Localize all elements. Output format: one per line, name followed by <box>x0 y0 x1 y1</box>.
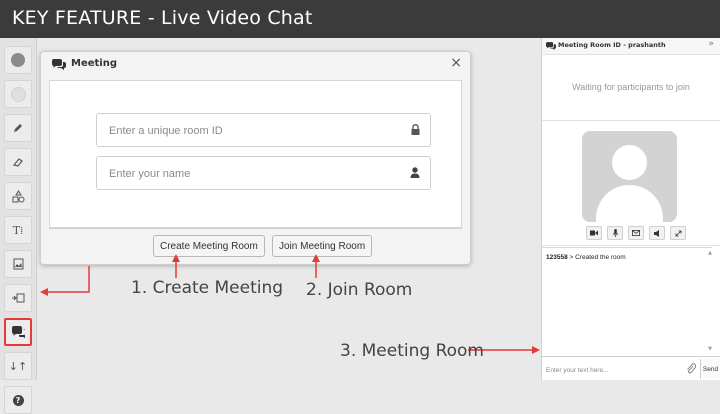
avatar-body <box>596 185 663 222</box>
sort-icon: ↓↑ <box>8 359 28 373</box>
dark-color-tool[interactable] <box>4 46 32 74</box>
avatar-head <box>612 145 647 180</box>
join-meeting-room-button[interactable]: Join Meeting Room <box>272 235 373 257</box>
log-message: > Created the room <box>567 254 626 261</box>
text-tool-icon: T⁞ <box>12 223 24 237</box>
text-tool[interactable]: T⁞ <box>4 216 32 244</box>
chat-input[interactable] <box>544 361 686 379</box>
embed-tool[interactable] <box>4 284 32 312</box>
chat-icon <box>12 326 25 338</box>
light-color-tool[interactable] <box>4 80 32 108</box>
panel-header: Meeting Room ID - prashanth » <box>542 38 720 55</box>
user-icon <box>410 167 420 178</box>
shapes-tool[interactable] <box>4 182 32 210</box>
chat-bubbles-icon <box>52 59 66 70</box>
sort-tool[interactable]: ↓↑ <box>4 352 32 380</box>
join-room-annotation: 2. Join Room <box>306 280 413 300</box>
chat-arrow <box>40 266 90 296</box>
image-icon <box>13 258 23 270</box>
fullscreen-button[interactable] <box>670 226 686 240</box>
divider <box>542 120 720 121</box>
dialog-footer: Create Meeting Room Join Meeting Room <box>49 228 462 259</box>
help-tool[interactable]: ? <box>4 386 32 414</box>
send-button[interactable]: Send <box>700 359 720 379</box>
room-id-field <box>96 113 431 148</box>
speaker-icon <box>654 229 659 237</box>
volume-button[interactable] <box>649 226 665 240</box>
chat-bubbles-icon <box>546 42 556 50</box>
eraser-tool[interactable] <box>4 148 32 176</box>
scroll-up-icon[interactable]: ▲ <box>708 250 712 256</box>
left-toolbar: T⁞ ↓↑ ? <box>0 38 37 414</box>
pencil-tool[interactable] <box>4 114 32 142</box>
create-meeting-annotation: 1. Create Meeting <box>131 278 284 298</box>
log-entry: 123558 > Created the room <box>546 254 626 261</box>
participant-avatar <box>582 131 677 222</box>
video-camera-icon <box>590 230 598 236</box>
dialog-body <box>49 80 462 228</box>
chat-tool[interactable] <box>4 318 32 346</box>
chat-log: 123558 > Created the room ▲ ▼ <box>542 247 712 352</box>
collapse-icon[interactable]: » <box>708 39 714 49</box>
meeting-room-panel: Meeting Room ID - prashanth » Waiting fo… <box>541 38 720 380</box>
create-meeting-room-button[interactable]: Create Meeting Room <box>153 235 265 257</box>
microphone-button[interactable] <box>607 226 623 240</box>
meeting-dialog: Meeting × Create Meeting Room Join Meeti… <box>40 51 471 265</box>
light-circle-icon <box>10 86 26 102</box>
eraser-icon <box>12 158 23 167</box>
help-icon: ? <box>12 394 24 406</box>
panel-title: Meeting Room ID - prashanth <box>558 41 666 49</box>
pencil-icon <box>14 124 22 132</box>
meeting-room-annotation: 3. Meeting Room <box>340 341 484 361</box>
banner: KEY FEATURE - Live Video Chat <box>0 0 720 38</box>
banner-title: KEY FEATURE - Live Video Chat <box>12 7 313 29</box>
dialog-header: Meeting × <box>41 52 470 78</box>
close-icon[interactable]: × <box>450 55 462 71</box>
divider <box>542 245 720 246</box>
waiting-message: Waiting for participants to join <box>572 82 690 92</box>
video-button[interactable] <box>586 226 602 240</box>
dark-circle-icon <box>11 53 25 67</box>
embed-icon <box>12 293 25 303</box>
name-field <box>96 156 431 191</box>
name-input[interactable] <box>97 157 401 191</box>
expand-icon <box>675 230 681 236</box>
image-tool[interactable] <box>4 250 32 278</box>
log-room-id: 123558 <box>546 254 568 261</box>
envelope-icon <box>632 230 640 236</box>
lock-icon <box>411 124 420 135</box>
message-button[interactable] <box>628 226 644 240</box>
room-id-input[interactable] <box>97 114 401 148</box>
microphone-icon <box>612 229 618 237</box>
paperclip-icon[interactable] <box>686 363 696 374</box>
chat-input-bar: Send <box>542 356 720 381</box>
shapes-icon <box>12 189 24 202</box>
dialog-title: Meeting <box>71 58 118 69</box>
scroll-down-icon[interactable]: ▼ <box>708 346 712 352</box>
